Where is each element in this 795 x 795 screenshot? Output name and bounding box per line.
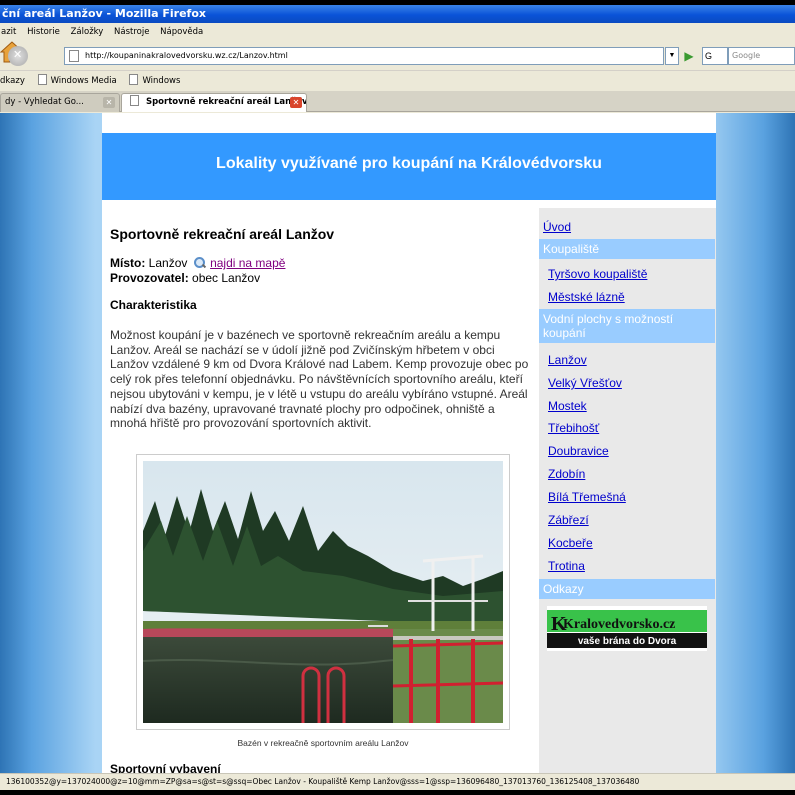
sidebar-item-tyrsovo[interactable]: Tyršovo koupaliště — [548, 267, 647, 281]
menu-item-bookmarks[interactable]: Záložky — [71, 27, 104, 37]
menu-item-help[interactable]: Nápověda — [160, 27, 203, 37]
operator-label: Provozovatel: — [110, 271, 189, 285]
sidebar-item-lanzov[interactable]: Lanžov — [548, 353, 587, 367]
sidebar-item-velky-vrestov[interactable]: Velký Vřešťov — [548, 376, 622, 390]
search-engine-label: G — [705, 51, 713, 61]
page-icon — [37, 74, 47, 85]
photo-caption: Bazén v rekreačně sportovním areálu Lanž… — [237, 738, 409, 748]
photo-frame — [136, 454, 510, 730]
logo-tagline: vaše brána do Dvora — [578, 636, 677, 647]
navigation-toolbar: http://koupaninakralovedvorsku.wz.cz/Lan… — [0, 41, 795, 71]
bookmark-label: Windows Media — [50, 76, 117, 86]
bookmark-windows-media[interactable]: Windows Media — [37, 72, 117, 91]
magnifier-icon[interactable] — [193, 257, 206, 269]
place-line: Místo: Lanžov najdi na mapě — [110, 256, 285, 270]
go-icon[interactable]: ▶ — [680, 47, 698, 65]
operator-line: Provozovatel: obec Lanžov — [110, 271, 260, 285]
sidebar-item-zabrezi[interactable]: Zábřezí — [548, 513, 589, 527]
menu-item-tools[interactable]: Nástroje — [114, 27, 149, 37]
browser-window: ční areál Lanžov - Mozilla Firefox azit … — [0, 5, 795, 790]
pool-photo — [143, 461, 503, 723]
window-title: ční areál Lanžov - Mozilla Firefox — [0, 5, 795, 23]
sidebar: Úvod Koupaliště Tyršovo koupaliště Městs… — [539, 208, 716, 773]
kralovedvorsko-logo[interactable]: K Kralovedvorsko.cz vaše brána do Dvora — [547, 606, 707, 651]
tab-label: Sportovně rekreační areál Lanžov — [145, 97, 307, 107]
sidebar-item-mostek[interactable]: Mostek — [548, 399, 587, 413]
bookmarks-toolbar: dkazy Windows Media Windows — [0, 72, 795, 91]
page-icon — [69, 50, 79, 62]
bookmark-label: Windows — [142, 76, 181, 86]
url-input[interactable]: http://koupaninakralovedvorsku.wz.cz/Lan… — [64, 47, 664, 65]
menu-item-edit[interactable]: azit — [1, 27, 16, 37]
characteristics-heading: Charakteristika — [110, 298, 197, 312]
operator-value: obec Lanžov — [192, 271, 261, 285]
tab-strip: dy - Vyhledat Go... ✕ Sportovně rekreačn… — [0, 91, 795, 112]
sidebar-item-mestske-lazne[interactable]: Městské lázně — [548, 290, 625, 304]
sidebar-heading-links: Odkazy — [539, 579, 715, 599]
menu-bar: azit Historie Záložky Nástroje Nápověda — [0, 23, 795, 41]
page-viewport: Lokality využívané pro koupání na Králov… — [0, 113, 795, 773]
sidebar-item-kocbere[interactable]: Kocbeře — [548, 536, 593, 550]
sidebar-item-intro[interactable]: Úvod — [543, 220, 571, 234]
place-label: Místo: — [110, 256, 146, 270]
close-icon[interactable]: ✕ — [290, 97, 302, 108]
logo-title: Kralovedvorsko.cz — [563, 617, 675, 632]
map-link[interactable]: najdi na mapě — [210, 256, 285, 270]
bookmark-links[interactable]: dkazy — [0, 72, 25, 91]
page-icon — [130, 95, 139, 106]
site-header: Lokality využívané pro koupání na Králov… — [102, 133, 716, 200]
tab-lanzov[interactable]: Sportovně rekreační areál Lanžov ✕ — [121, 93, 307, 112]
sidebar-item-trotina[interactable]: Trotina — [548, 559, 585, 573]
description-text: Možnost koupání je v bazénech ve sportov… — [110, 328, 529, 431]
sidebar-item-trebihost[interactable]: Třebihošť — [548, 421, 599, 435]
tab-label: dy - Vyhledat Go... — [5, 97, 84, 107]
url-dropdown-icon[interactable]: ▼ — [665, 47, 679, 65]
close-icon[interactable]: ✕ — [103, 97, 115, 108]
sidebar-item-doubravice[interactable]: Doubravice — [548, 444, 609, 458]
search-input[interactable]: Google — [728, 47, 795, 65]
search-engine-selector[interactable]: G — [702, 47, 728, 65]
sidebar-heading-waters: Vodní plochy s možností koupání — [539, 309, 715, 343]
web-page: Lokality využívané pro koupání na Králov… — [102, 113, 716, 773]
status-bar: 136100352@y=137024000@z=10@mm=ZP@sa=s@st… — [0, 773, 795, 790]
bookmark-windows[interactable]: Windows — [129, 72, 180, 91]
page-title: Sportovně rekreační areál Lanžov — [110, 226, 335, 242]
sidebar-item-bila-tremesna[interactable]: Bílá Třemešná — [548, 490, 626, 504]
place-value: Lanžov — [148, 256, 188, 270]
sidebar-item-zdobin[interactable]: Zdobín — [548, 467, 585, 481]
stop-icon[interactable] — [8, 46, 28, 66]
tab-google-search[interactable]: dy - Vyhledat Go... ✕ — [0, 93, 120, 112]
page-icon — [129, 74, 139, 85]
sport-equipment-heading: Sportovní vybavení — [110, 762, 221, 773]
url-text: http://koupaninakralovedvorsku.wz.cz/Lan… — [85, 51, 288, 60]
menu-item-history[interactable]: Historie — [27, 27, 60, 37]
sidebar-heading-pools: Koupaliště — [539, 239, 715, 259]
